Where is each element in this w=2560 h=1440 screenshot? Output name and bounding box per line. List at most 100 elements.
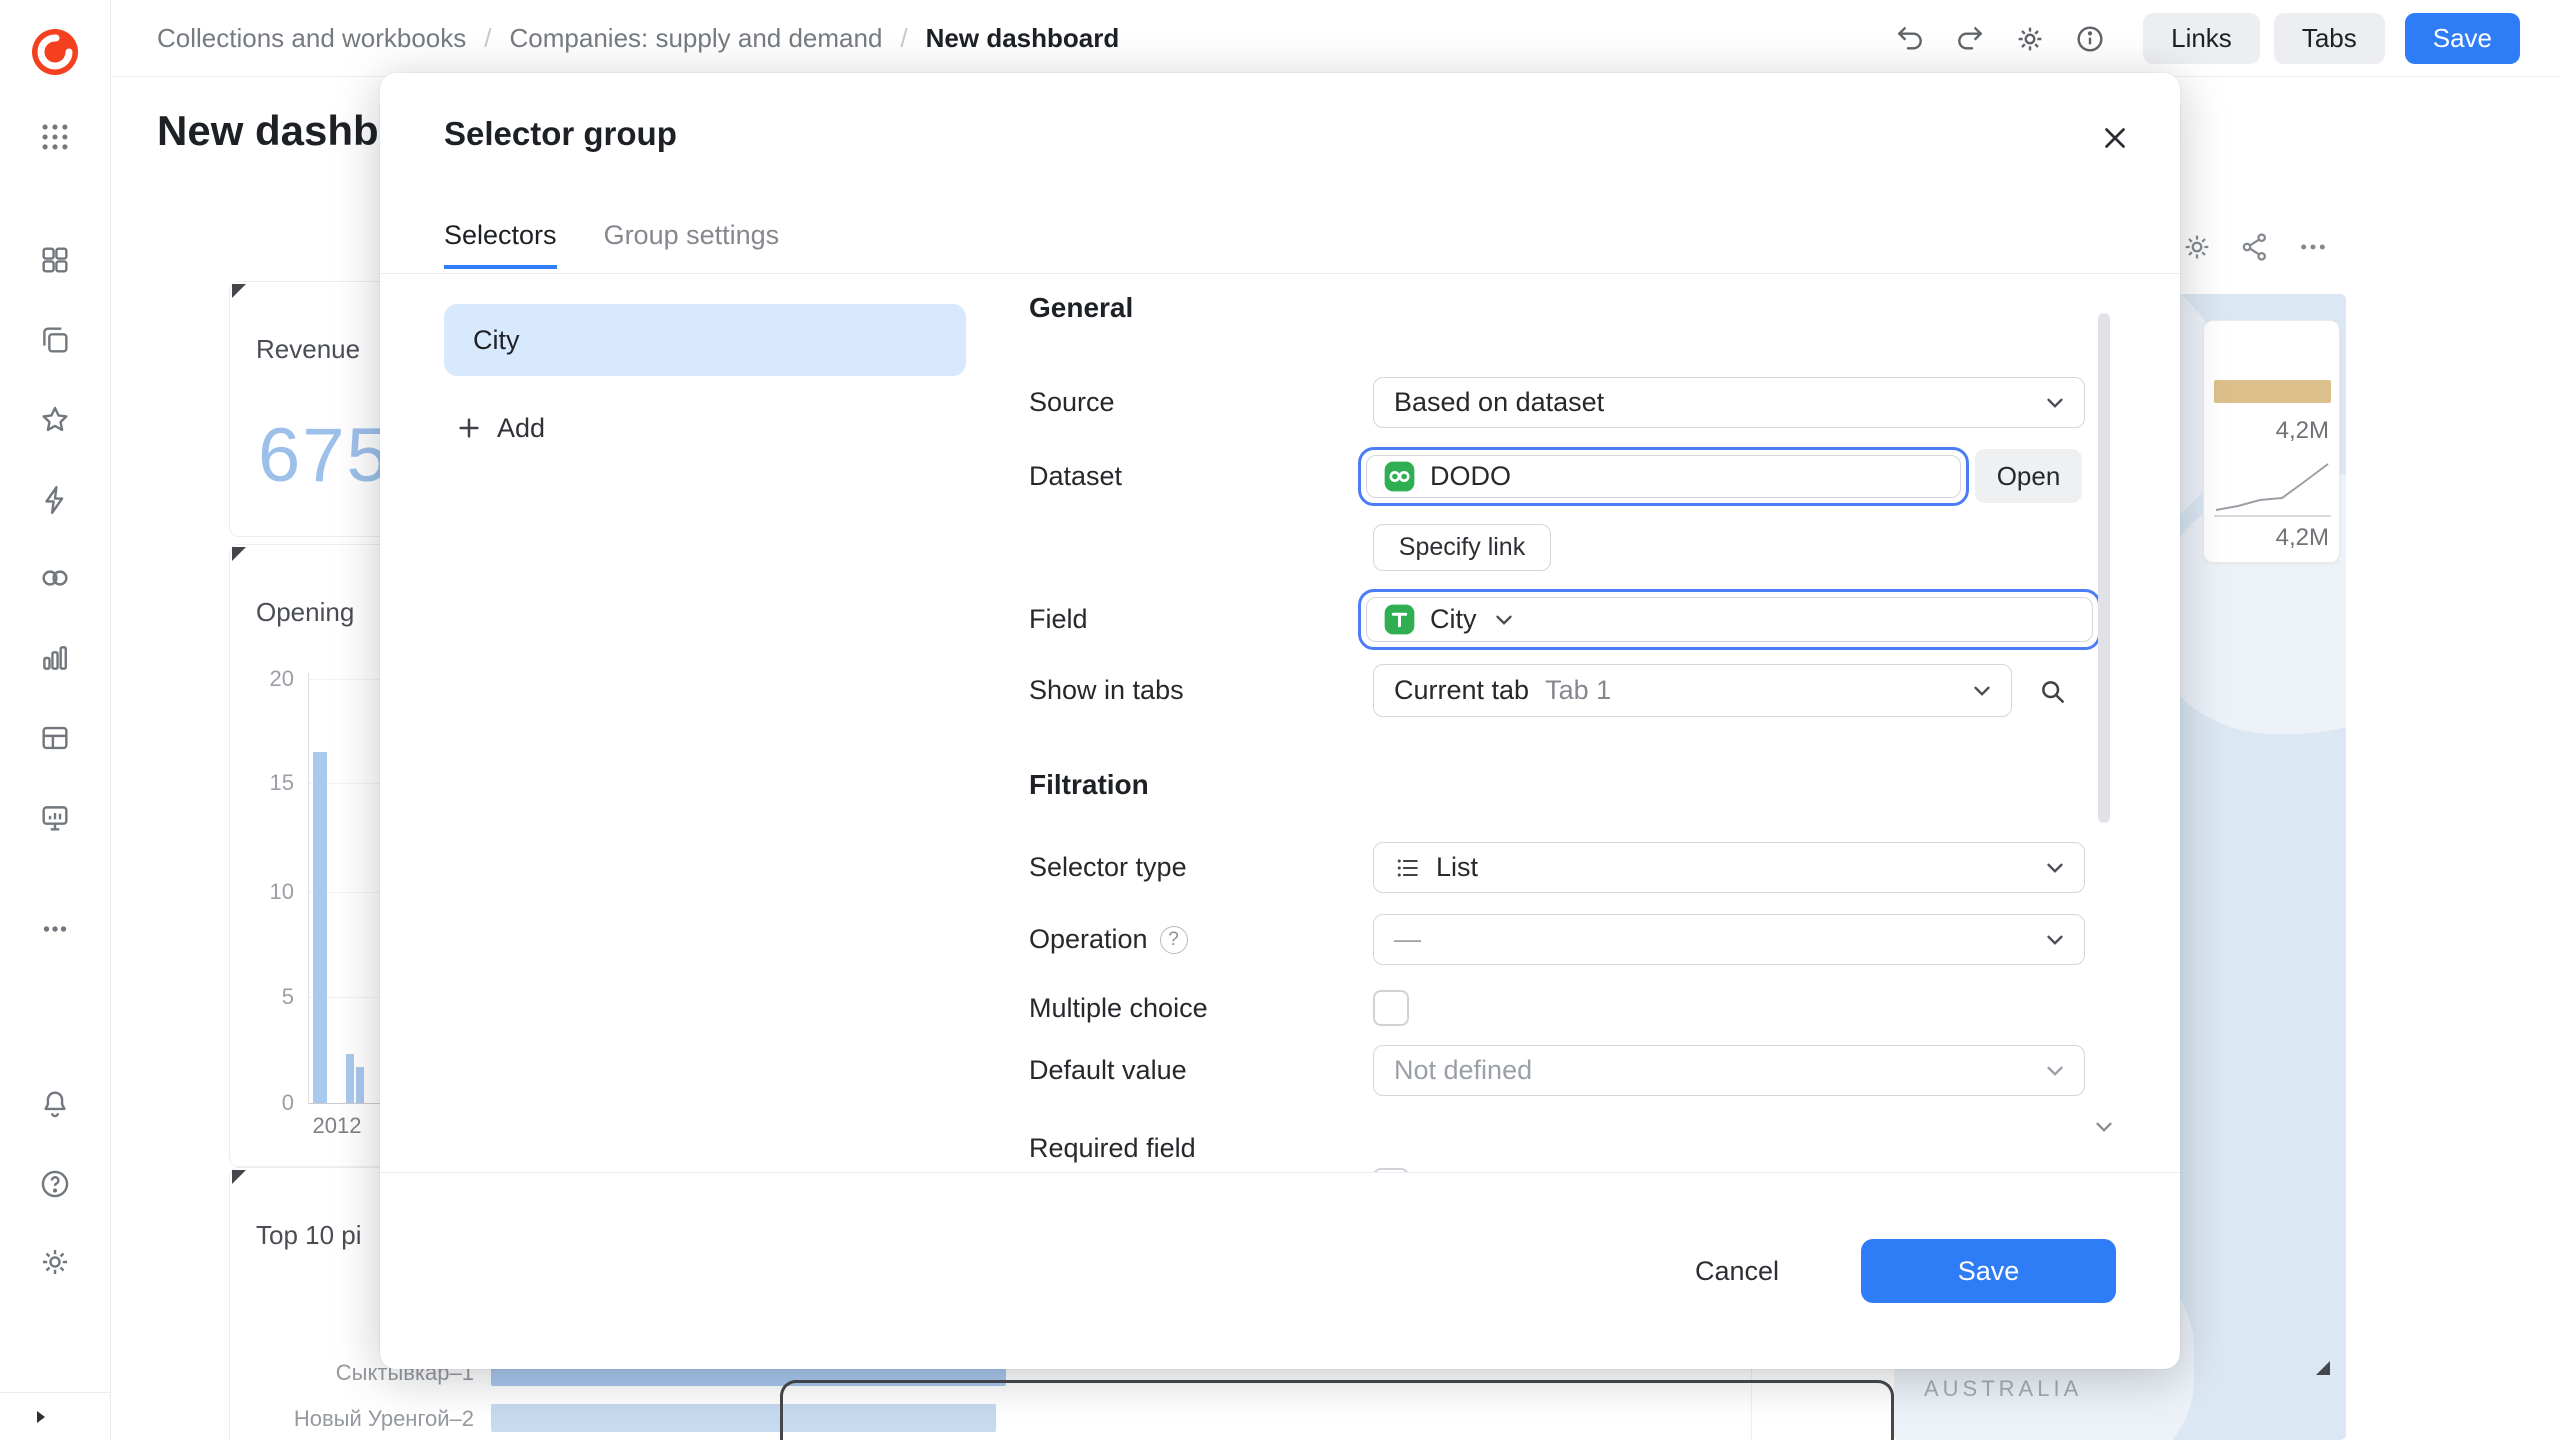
bolt-icon[interactable] bbox=[38, 483, 72, 517]
operation-value: — bbox=[1394, 924, 1421, 955]
apps-grid-icon[interactable] bbox=[38, 120, 72, 154]
gear-icon[interactable] bbox=[2181, 231, 2213, 263]
widget-resize-handle[interactable] bbox=[2316, 1361, 2330, 1375]
selector-type-select[interactable]: List bbox=[1373, 842, 2085, 893]
selector-type-label: Selector type bbox=[1029, 842, 1187, 893]
chart-bar bbox=[313, 752, 327, 1103]
undo-button[interactable] bbox=[1887, 16, 1933, 62]
links-button[interactable]: Links bbox=[2143, 13, 2260, 64]
modal-save-button[interactable]: Save bbox=[1861, 1239, 2116, 1303]
chevron-down-icon bbox=[1969, 678, 1995, 704]
dataset-value: DODO bbox=[1430, 461, 1511, 492]
cancel-button[interactable]: Cancel bbox=[1669, 1242, 1805, 1301]
y-tick: 20 bbox=[238, 666, 294, 692]
default-value-select[interactable]: Not defined bbox=[1373, 1045, 2085, 1096]
sidebar-collapse-button[interactable] bbox=[0, 1392, 111, 1440]
bar-chart-icon[interactable] bbox=[38, 641, 72, 675]
redo-icon bbox=[1954, 23, 1986, 55]
close-icon bbox=[2098, 121, 2132, 155]
y-tick: 5 bbox=[238, 984, 294, 1010]
required-field-label: Required field bbox=[1029, 1130, 1196, 1166]
widget-handle bbox=[232, 547, 246, 561]
dataset-field[interactable]: DODO bbox=[1366, 455, 1961, 498]
map-stat-card: 4,2M 4,2M bbox=[2203, 320, 2340, 563]
help-icon[interactable] bbox=[38, 1167, 72, 1201]
default-value: Not defined bbox=[1394, 1055, 1532, 1086]
stat-value: 4,2M bbox=[2276, 524, 2329, 552]
gear-icon bbox=[2014, 23, 2046, 55]
widget-title: Opening bbox=[256, 597, 354, 628]
field-select[interactable]: City bbox=[1366, 597, 2093, 642]
chevron-down-icon bbox=[2042, 927, 2068, 953]
field-label: Field bbox=[1029, 589, 1088, 650]
multiple-choice-label: Multiple choice bbox=[1029, 990, 1208, 1026]
operation-select[interactable]: — bbox=[1373, 914, 2085, 965]
breadcrumb-workbook[interactable]: Companies: supply and demand bbox=[510, 23, 883, 54]
gear-icon[interactable] bbox=[38, 1245, 72, 1279]
selected-widget-outline bbox=[780, 1380, 1894, 1440]
modal-tabs: Selectors Group settings bbox=[444, 220, 779, 269]
breadcrumb-collections[interactable]: Collections and workbooks bbox=[157, 23, 466, 54]
bell-icon[interactable] bbox=[38, 1087, 72, 1121]
chevron-down-icon bbox=[2042, 855, 2068, 881]
star-icon[interactable] bbox=[38, 403, 72, 437]
breadcrumb-current: New dashboard bbox=[926, 23, 1120, 54]
show-in-tabs-label: Show in tabs bbox=[1029, 664, 1184, 717]
open-dataset-button[interactable]: Open bbox=[1975, 449, 2082, 503]
field-value: City bbox=[1430, 604, 1477, 635]
widget-toolbar bbox=[2181, 231, 2329, 263]
dataset-icon bbox=[1383, 460, 1416, 493]
table-icon[interactable] bbox=[38, 721, 72, 755]
monitor-chart-icon[interactable] bbox=[38, 801, 72, 835]
copies-icon[interactable] bbox=[38, 323, 72, 357]
section-general-heading: General bbox=[1029, 292, 1133, 324]
default-value-label: Default value bbox=[1029, 1045, 1187, 1096]
info-button[interactable] bbox=[2067, 16, 2113, 62]
map-region-label: AUSTRALIA bbox=[1924, 1376, 2082, 1402]
multiple-choice-checkbox[interactable] bbox=[1373, 990, 1409, 1026]
widget-handle bbox=[232, 284, 246, 298]
widget-handle bbox=[232, 1170, 246, 1184]
chevron-down-icon bbox=[2042, 390, 2068, 416]
chevron-down-icon bbox=[2042, 1058, 2068, 1084]
selector-type-value: List bbox=[1436, 852, 1478, 883]
share-icon[interactable] bbox=[2239, 231, 2271, 263]
widget-title: Revenue bbox=[256, 334, 360, 365]
operation-help-icon[interactable]: ? bbox=[1160, 926, 1188, 954]
selector-item-label: City bbox=[473, 325, 520, 356]
y-tick: 0 bbox=[238, 1090, 294, 1116]
plus-icon bbox=[455, 414, 483, 442]
datalens-logo[interactable] bbox=[31, 28, 79, 76]
settings-button[interactable] bbox=[2007, 16, 2053, 62]
source-select[interactable]: Based on dataset bbox=[1373, 377, 2085, 428]
widget-title: Top 10 pi bbox=[256, 1220, 362, 1251]
show-in-tabs-select[interactable]: Current tab Tab 1 bbox=[1373, 664, 2012, 717]
search-tabs-button[interactable] bbox=[2029, 668, 2075, 714]
tabs-button[interactable]: Tabs bbox=[2274, 13, 2385, 64]
operation-label: Operation ? bbox=[1029, 914, 1188, 965]
selector-list-item-city[interactable]: City bbox=[444, 304, 966, 376]
modal-footer: Cancel Save bbox=[380, 1172, 2180, 1369]
tab-group-settings[interactable]: Group settings bbox=[604, 220, 780, 269]
stat-value: 4,2M bbox=[2276, 417, 2329, 445]
close-button[interactable] bbox=[2094, 117, 2136, 159]
selector-group-modal: Selector group Selectors Group settings … bbox=[380, 73, 2180, 1369]
more-icon[interactable] bbox=[2297, 231, 2329, 263]
source-label: Source bbox=[1029, 377, 1115, 428]
chart-bar bbox=[356, 1067, 364, 1103]
scrollbar-thumb[interactable] bbox=[2098, 313, 2110, 823]
breadcrumb-separator: / bbox=[484, 23, 491, 54]
rings-icon[interactable] bbox=[38, 561, 72, 595]
grid-squares-icon[interactable] bbox=[38, 243, 72, 277]
selector-settings-form: General Source Based on dataset Dataset … bbox=[1029, 274, 2180, 1172]
ellipsis-icon[interactable] bbox=[38, 912, 72, 946]
header-save-button[interactable]: Save bbox=[2405, 13, 2520, 64]
field-select-highlight: City bbox=[1358, 589, 2101, 650]
tab-selectors[interactable]: Selectors bbox=[444, 220, 557, 269]
specify-link-button[interactable]: Specify link bbox=[1373, 524, 1551, 571]
add-selector-button[interactable]: Add bbox=[455, 406, 545, 450]
source-value: Based on dataset bbox=[1394, 387, 1604, 418]
undo-icon bbox=[1894, 23, 1926, 55]
redo-button[interactable] bbox=[1947, 16, 1993, 62]
y-tick: 10 bbox=[238, 879, 294, 905]
